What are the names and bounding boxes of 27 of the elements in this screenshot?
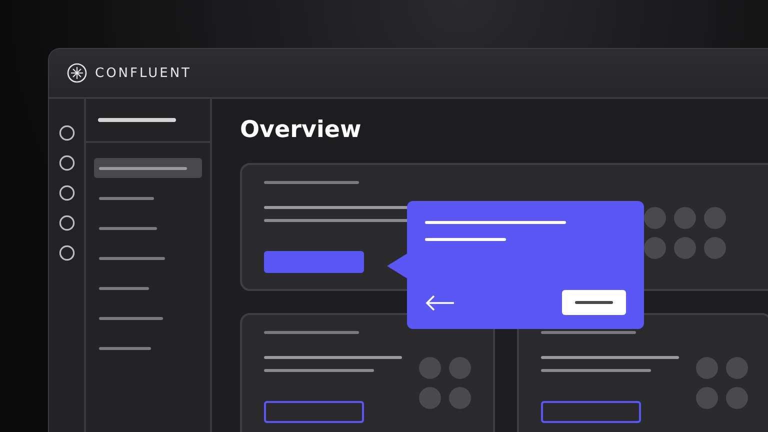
circle-placeholder-icon: [704, 237, 726, 259]
circle-placeholder-icon: [644, 207, 666, 229]
circle-icon[interactable]: [58, 245, 74, 261]
nav-item[interactable]: [94, 158, 202, 178]
circle-placeholder-icon: [419, 387, 441, 409]
circle-placeholder-icon: [726, 357, 748, 379]
circle-placeholder-icon: [674, 237, 696, 259]
circle-placeholder-icon: [419, 357, 441, 379]
circle-icon[interactable]: [58, 125, 74, 141]
circle-placeholder-icon: [696, 357, 718, 379]
circle-placeholder-icon: [449, 357, 471, 379]
circle-placeholder-icon: [696, 387, 718, 409]
circle-placeholder-icon: [449, 387, 471, 409]
brand-name: CONFLUENT: [95, 66, 192, 80]
back-arrow-icon[interactable]: [425, 294, 455, 310]
circle-placeholder-icon: [674, 207, 696, 229]
circle-icon[interactable]: [58, 185, 74, 201]
circle-placeholder-icon: [644, 237, 666, 259]
circle-icon[interactable]: [58, 155, 74, 171]
page-title: Overview: [240, 117, 362, 143]
next-button[interactable]: [562, 290, 626, 315]
circle-placeholder-icon: [704, 207, 726, 229]
circle-placeholder-icon: [726, 387, 748, 409]
placeholder-button[interactable]: [264, 401, 364, 423]
placeholder-button[interactable]: [541, 401, 641, 423]
circle-icon[interactable]: [58, 215, 74, 231]
logo-icon: [67, 63, 87, 83]
